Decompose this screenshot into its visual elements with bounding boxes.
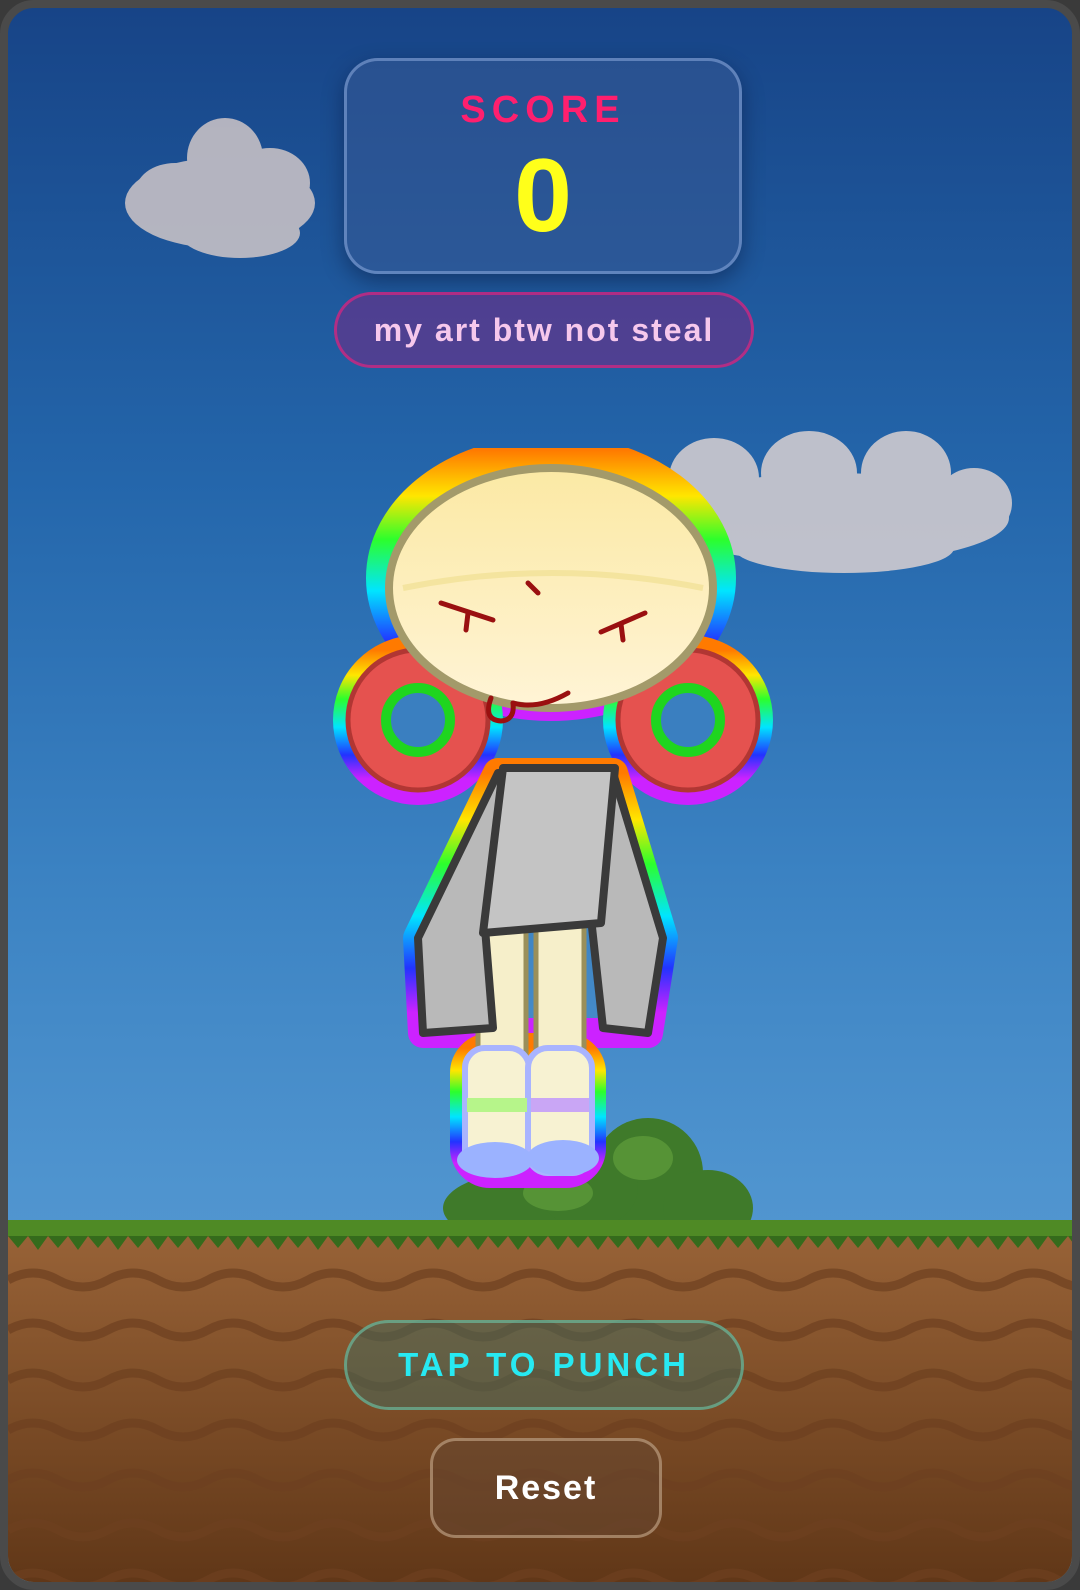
cloud-left-icon	[125, 118, 315, 258]
game-frame: SCORE 0 my art btw not steal TAP TO PUNC…	[0, 0, 1080, 1590]
reset-button[interactable]: Reset	[430, 1438, 662, 1538]
score-value: 0	[514, 138, 572, 254]
score-panel: SCORE 0	[344, 58, 742, 274]
score-label: SCORE	[460, 89, 626, 131]
caption-badge: my art btw not steal	[334, 292, 754, 368]
tap-to-punch-button[interactable]: TAP TO PUNCH	[344, 1320, 744, 1410]
character-sprite[interactable]	[323, 448, 803, 1208]
